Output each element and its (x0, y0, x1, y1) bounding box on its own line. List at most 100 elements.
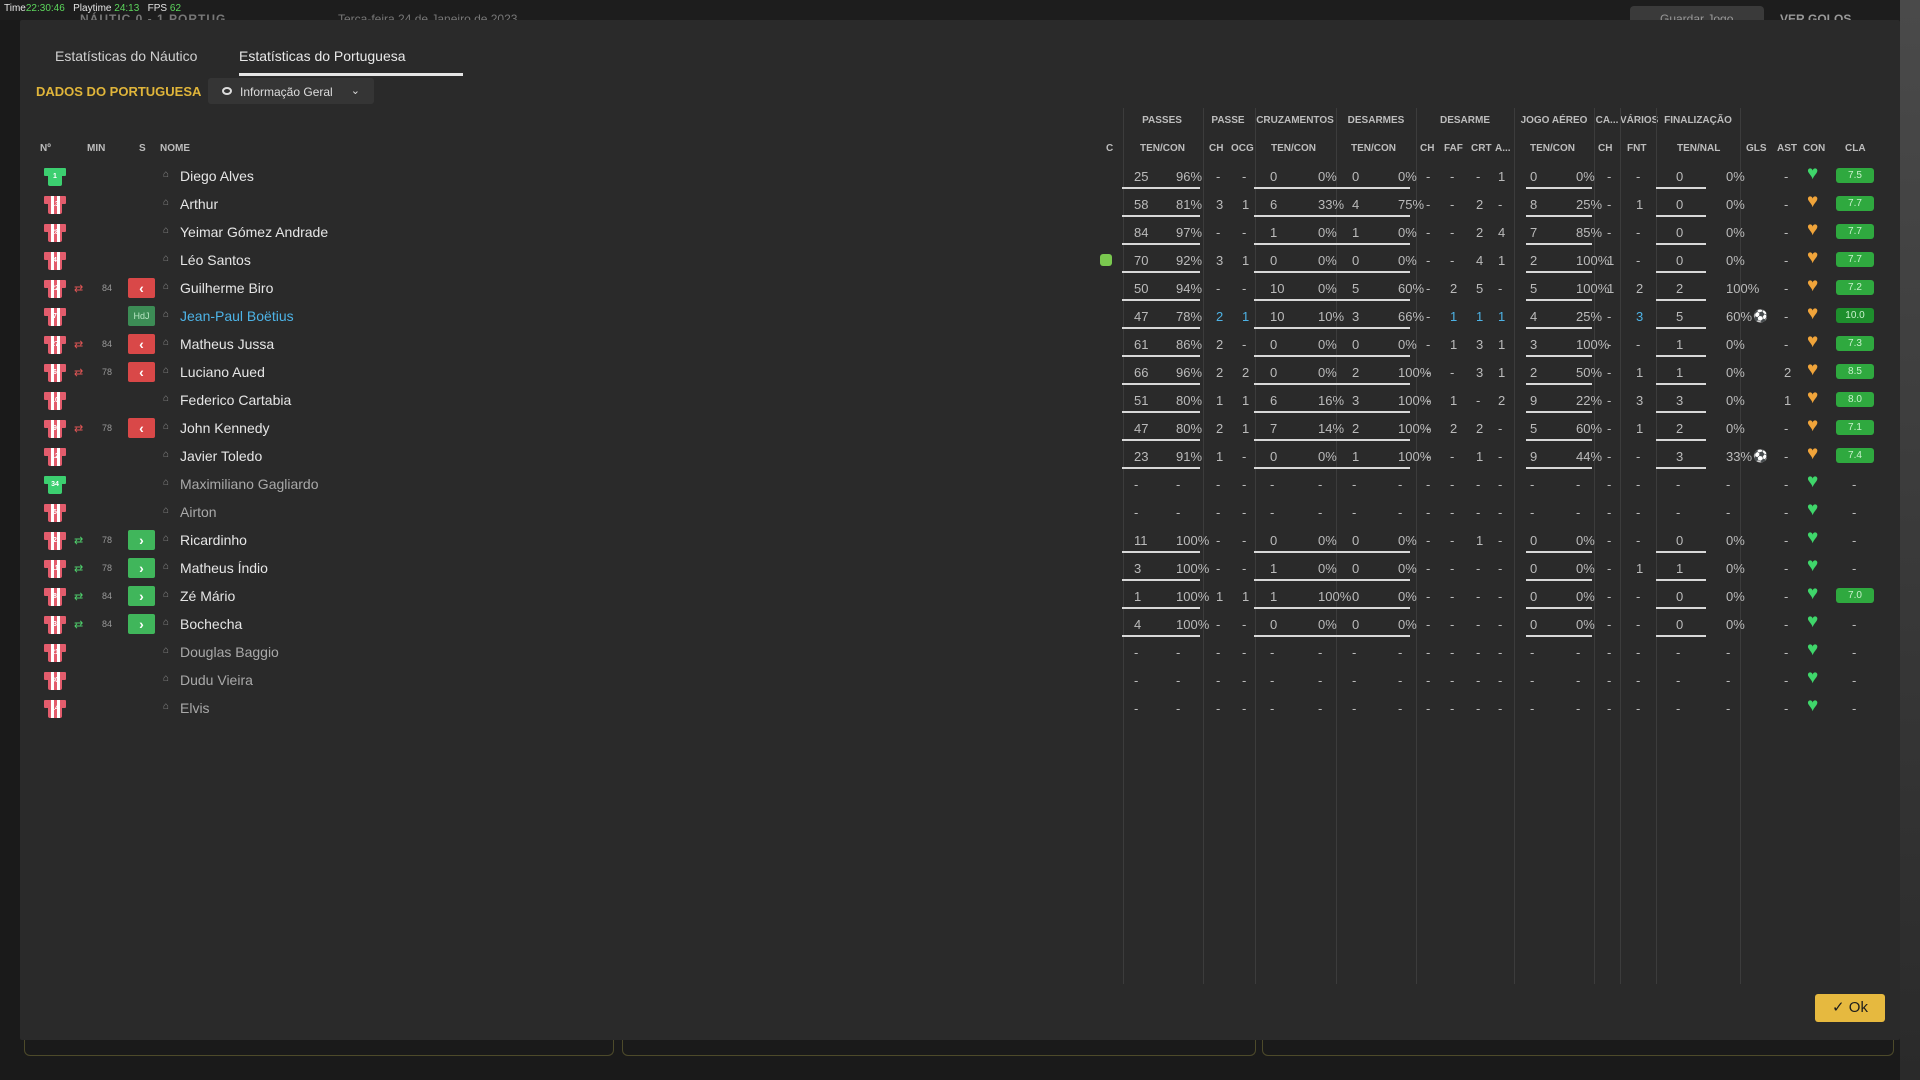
chevron-right-icon[interactable]: › (128, 530, 155, 550)
stat-value: - (1176, 673, 1181, 688)
table-row[interactable]: 14 ⌂ Elvis - - - - - - - - - - - - - - - - - - - - (36, 694, 1874, 722)
player-name[interactable]: Federico Cartabia (180, 392, 291, 408)
info-view-dropdown[interactable]: Informação Geral ⌄ (208, 78, 374, 104)
player-name[interactable]: Elvis (180, 700, 210, 716)
shirt-number: 1 (53, 173, 57, 180)
stat-bar (1656, 327, 1706, 329)
player-name[interactable]: Arthur (180, 196, 218, 212)
col-desarme-faf[interactable]: FAF (1444, 143, 1463, 154)
player-name[interactable]: Matheus Índio (180, 560, 268, 576)
stat-value: - (1530, 477, 1535, 492)
table-row[interactable]: 28 ⌂ Yeimar Gómez Andrade 84 97% - -1 0% 1 0% - -2 4… (36, 218, 1874, 246)
stat-value: 1 (1498, 169, 1506, 184)
table-row[interactable]: 7 HdJ ⌂ Jean-Paul Boëtius 47 78% 2 1 10 10% 3 66% -1… (36, 302, 1874, 330)
col-number[interactable]: Nº (40, 143, 51, 154)
col-name[interactable]: NOME (160, 143, 190, 154)
stat-value: 4 (1352, 197, 1360, 212)
table-row[interactable]: 4 ⌂ Léo Santos 70 92% 3 1 0 0% 0 0% - -4 1 2 100% 1-0 0% -… (36, 246, 1874, 274)
chevron-right-icon[interactable]: › (128, 614, 155, 634)
col-goals[interactable]: GLS (1746, 143, 1767, 154)
col-sub[interactable]: S (139, 143, 146, 154)
player-name[interactable]: Ricardinho (180, 532, 247, 548)
col-passes-tencon[interactable]: TEN/CON (1140, 143, 1185, 154)
person-icon: ⌂ (163, 449, 170, 460)
stat-value: 1 (1784, 393, 1792, 408)
stat-value: 5 (1476, 281, 1484, 296)
stat-bar (1254, 607, 1336, 609)
table-row[interactable]: 5 ⌂ Airton - - - - - - - - - - - - - - - - - - - - (36, 498, 1874, 526)
col-assists[interactable]: AST (1777, 143, 1797, 154)
man-of-the-match-badge: HdJ (128, 306, 155, 326)
col-fnt[interactable]: FNT (1627, 143, 1646, 154)
table-row[interactable]: 12 ⌂ Javier Toledo 23 91% 1-0 0% 1 100% - -1-9 44% -… (36, 442, 1874, 470)
player-name[interactable]: Guilherme Biro (180, 280, 273, 296)
table-row[interactable]: 11 ⇄ 78 › ⌂ Matheus Índio 3 100% - -1 0% 0 0% - - - -0 0%… (36, 554, 1874, 582)
stat-value: 10 (1270, 281, 1285, 296)
stat-value: 4 (1498, 225, 1506, 240)
player-name[interactable]: John Kennedy (180, 420, 270, 436)
chevron-down-icon: ⌄ (350, 85, 360, 97)
stat-value: 2 (1676, 421, 1684, 436)
col-minutes[interactable]: MIN (87, 143, 105, 154)
table-row[interactable]: 34 ⌂ Maximiliano Gagliardo - - - - - - - - - - - - - - - -… (36, 470, 1874, 498)
table-row[interactable]: 22 ⇄ 84 ‹ ⌂ Guilherme Biro 50 94% - -10 0% 5 60% -2 5-… (36, 274, 1874, 302)
chevron-right-icon[interactable]: › (128, 586, 155, 606)
player-name[interactable]: Matheus Jussa (180, 336, 274, 352)
stat-value: - (1398, 477, 1403, 492)
player-name[interactable]: Bochecha (180, 616, 242, 632)
table-row[interactable]: 2 ⇄ 78 › ⌂ Ricardinho 11 100% - -0 0% 0 0% - -1-0 0% - -0… (36, 526, 1874, 554)
table-row[interactable]: 9 ⇄ 78 ‹ ⌂ John Kennedy 47 80% 2 1 7 14% 2 100% -2 2-5 6… (36, 414, 1874, 442)
player-name[interactable]: Javier Toledo (180, 448, 262, 464)
tab-nautico-stats[interactable]: Estatísticas do Náutico (55, 48, 197, 64)
table-row[interactable]: 30 ⌂ Dudu Vieira - - - - - - - - - - - - - - - - - - - - (36, 666, 1874, 694)
player-rating: - (1852, 477, 1857, 492)
col-rating[interactable]: CLA (1845, 143, 1866, 154)
stat-bar (1122, 187, 1200, 189)
player-name[interactable]: Luciano Aued (180, 364, 265, 380)
table-row[interactable]: 27 ⇄ 84 ‹ ⌂ Matheus Jussa 61 86% 2-0 0% 0 0% -1 3 1 3 10… (36, 330, 1874, 358)
chevron-left-icon[interactable]: ‹ (128, 362, 155, 382)
player-name[interactable]: Léo Santos (180, 252, 251, 268)
player-name[interactable]: Airton (180, 504, 217, 520)
col-desarme-a[interactable]: A... (1495, 143, 1511, 154)
table-row[interactable]: 1⌂Diego Alves2596%--00%00%---100%--00%-7… (36, 162, 1874, 190)
player-name[interactable]: Maximiliano Gagliardo (180, 476, 319, 492)
stat-value: - (1426, 197, 1431, 212)
col-passe-ch[interactable]: CH (1209, 143, 1223, 154)
player-name[interactable]: Dudu Vieira (180, 672, 253, 688)
col-c[interactable]: C (1106, 143, 1113, 154)
table-row[interactable]: 10 ⌂ Federico Cartabia 51 80% 1 1 6 16% 3 100% -1-2… (36, 386, 1874, 414)
chevron-left-icon[interactable]: ‹ (128, 334, 155, 354)
stat-value: - (1498, 421, 1503, 436)
col-desarme-ch[interactable]: CH (1420, 143, 1434, 154)
player-name[interactable]: Diego Alves (180, 168, 254, 184)
table-row[interactable]: 13⌂Arthur5881%31633%475%--2-825%-100%-7.… (36, 190, 1874, 218)
col-cruz-tencon[interactable]: TEN/CON (1271, 143, 1316, 154)
stat-value: - (1216, 673, 1221, 688)
table-row[interactable]: 6 ⇄ 78 ‹ ⌂ Luciano Aued 66 96% 2 2 0 0% 2 100% - -3 1 2 50… (36, 358, 1874, 386)
player-name[interactable]: Yeimar Gómez Andrade (180, 224, 328, 240)
tab-portuguesa-stats[interactable]: Estatísticas do Portuguesa (239, 48, 406, 64)
stat-bar (1526, 355, 1592, 357)
player-name[interactable]: Douglas Baggio (180, 644, 279, 660)
col-fin-tennal[interactable]: TEN/NAL (1677, 143, 1720, 154)
ok-button[interactable]: ✓ Ok (1815, 994, 1885, 1022)
player-name[interactable]: Zé Mário (180, 588, 235, 604)
stat-value: - (1498, 533, 1503, 548)
table-row[interactable]: 3 ⇄ 84 › ⌂ Bochecha 4 100% - -0 0% 0 0% - - - -0 0% - -0 0% -… (36, 610, 1874, 638)
chevron-left-icon[interactable]: ‹ (128, 418, 155, 438)
stat-value: - (1784, 645, 1789, 660)
col-aereo-tencon[interactable]: TEN/CON (1530, 143, 1575, 154)
col-ca-ch[interactable]: CH (1598, 143, 1612, 154)
col-condition[interactable]: CON (1803, 143, 1825, 154)
col-des-tencon[interactable]: TEN/CON (1351, 143, 1396, 154)
chevron-left-icon[interactable]: ‹ (128, 278, 155, 298)
chevron-right-icon[interactable]: › (128, 558, 155, 578)
stat-value: - (1242, 477, 1247, 492)
col-desarme-crt[interactable]: CRT (1471, 143, 1492, 154)
stat-bar (1122, 355, 1200, 357)
table-row[interactable]: 8 ⇄ 84 › ⌂ Zé Mário 1 100% 1 1 1 100% 0 0% - - - -0 0% - -0 0… (36, 582, 1874, 610)
table-row[interactable]: 21 ⌂ Douglas Baggio - - - - - - - - - - - - - - - - - - - - (36, 638, 1874, 666)
col-passe-ocg[interactable]: OCG (1231, 143, 1254, 154)
player-name[interactable]: Jean-Paul Boëtius (180, 308, 294, 324)
